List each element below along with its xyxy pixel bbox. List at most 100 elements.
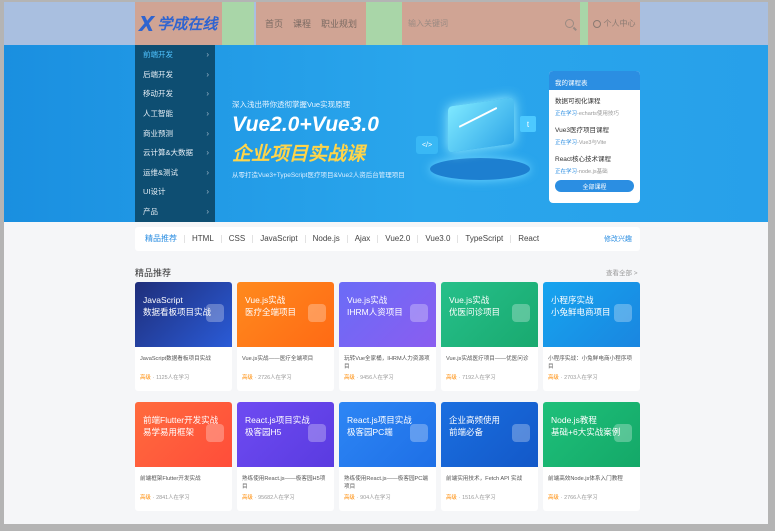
course-cover-icon xyxy=(410,304,428,322)
course-title[interactable]: Vue.js实战医疗项目——优医问诊 xyxy=(441,347,538,373)
course-cover-icon xyxy=(308,304,326,322)
course-cover[interactable]: React.js项目实战 极客园H5 xyxy=(237,402,334,467)
course-title[interactable]: 前端框架Flutter开发实战 xyxy=(135,467,232,493)
category-menu-item[interactable]: 移动开发 › xyxy=(135,84,215,104)
my-course-item[interactable]: React核心技术课程 正在学习-node.js基础 xyxy=(549,148,640,177)
site-logo[interactable]: X 学成在线 xyxy=(135,2,222,45)
chevron-right-icon: › xyxy=(206,128,209,138)
course-cover[interactable]: 前端Flutter开发实战 易学易用框架 xyxy=(135,402,232,467)
course-learner-count: · 2766人在学习 xyxy=(560,495,598,501)
hero-banner[interactable]: 前端开发 › 后端开发 › 移动开发 › 人工智能 › 商业预测 › 云计算&大数据 › 运维&测试 › U… xyxy=(4,45,768,222)
user-icon xyxy=(592,19,601,28)
course-title[interactable]: 熟练使用React.js——极客园PC端项目 xyxy=(339,467,436,493)
header-spacer xyxy=(580,2,588,45)
category-menu-item[interactable]: 前端开发 › xyxy=(135,45,215,65)
course-card[interactable]: Vue.js实战 医疗全端项目 Vue.js实战——医疗全端项目 高级 · 2726人… xyxy=(237,282,334,391)
category-menu-item[interactable]: 商业预测 › xyxy=(135,123,215,143)
interest-tag[interactable]: CSS xyxy=(222,235,254,243)
nav-item-home[interactable]: 首页 xyxy=(265,17,283,30)
course-cover[interactable]: 小程序实战 小兔鲜电商项目 xyxy=(543,282,640,347)
course-title[interactable]: 熟练使用React.js——极客园H5项目 xyxy=(237,467,334,493)
chart-screen-graphic xyxy=(448,97,514,153)
interest-tag[interactable]: JavaScript xyxy=(253,235,306,243)
category-menu-item[interactable]: 后端开发 › xyxy=(135,65,215,85)
category-menu-label: 前端开发 xyxy=(143,50,173,60)
banner-subtitle: 深入浅出带你透彻掌握Vue实现原理 xyxy=(232,100,351,109)
nav-item-courses[interactable]: 课程 xyxy=(293,17,311,30)
course-meta: 高级 · 1125人在学习 xyxy=(135,373,232,381)
course-level: 高级 xyxy=(140,375,151,381)
edit-interests-link[interactable]: 修改兴趣 xyxy=(604,234,632,244)
view-all-link[interactable]: 查看全部 > xyxy=(606,267,638,277)
search-box[interactable]: 输入关键词 xyxy=(402,2,580,45)
interest-tag[interactable]: Vue3.0 xyxy=(418,235,459,243)
all-courses-button[interactable]: 全部课程 xyxy=(555,180,634,192)
course-meta: 高级 · 2766人在学习 xyxy=(543,493,640,501)
interest-tag[interactable]: React xyxy=(511,235,546,243)
course-card[interactable]: JavaScript 数据看板项目实战 JavaScript数据看板项目实战 高级 ·… xyxy=(135,282,232,391)
course-learner-count: · 2841人在学习 xyxy=(152,495,190,501)
course-cover[interactable]: JavaScript 数据看板项目实战 xyxy=(135,282,232,347)
category-menu: 前端开发 › 后端开发 › 移动开发 › 人工智能 › 商业预测 › 云计算&大数据 › 运维&测试 › U… xyxy=(135,45,215,222)
course-card[interactable]: React.js项目实战 极客园H5 熟练使用React.js——极客园H5项目高… xyxy=(237,402,334,511)
course-card[interactable]: Vue.js实战 优医问诊项目 Vue.js实战医疗项目——优医问诊 高级 · 719… xyxy=(441,282,538,391)
course-title[interactable]: 玩转Vue全家桶，IHRM人力资源项目 xyxy=(339,347,436,373)
course-meta: 高级 · 2703人在学习 xyxy=(543,373,640,381)
course-title[interactable]: 前端高效Node.js体系入门教程 xyxy=(543,467,640,493)
interest-tag[interactable]: Vue2.0 xyxy=(378,235,419,243)
category-menu-label: 商业预测 xyxy=(143,128,173,138)
course-cover-icon xyxy=(512,424,530,442)
course-cover-icon xyxy=(206,304,224,322)
my-course-item[interactable]: Vue3医疗项目课程正在学习-Vue3与Vite xyxy=(549,119,640,148)
my-course-item[interactable]: 数据可视化课程 正在学习-echarts使用技巧 xyxy=(549,90,640,119)
chevron-right-icon: › xyxy=(206,89,209,99)
category-menu-item[interactable]: UI设计 › xyxy=(135,182,215,202)
logo-text: 学成在线 xyxy=(157,16,218,33)
course-card[interactable]: Node.js教程 基础+6大实战案例 前端高效Node.js体系入门教程 高级 · … xyxy=(543,402,640,511)
course-title[interactable]: JavaScript数据看板项目实战 xyxy=(135,347,232,373)
course-cover[interactable]: Node.js教程 基础+6大实战案例 xyxy=(543,402,640,467)
course-title[interactable]: 小程序实战：小兔鲜电商小程序项目 xyxy=(543,347,640,373)
banner-illustration: </> t xyxy=(412,80,542,200)
category-menu-label: 人工智能 xyxy=(143,109,173,119)
my-course-chapter: -echarts使用技巧 xyxy=(577,111,619,117)
search-icon[interactable] xyxy=(565,19,574,28)
course-learner-count: · 1516人在学习 xyxy=(458,495,496,501)
course-level: 高级 xyxy=(548,375,559,381)
course-cover[interactable]: Vue.js实战 医疗全端项目 xyxy=(237,282,334,347)
course-learner-count: · 2726人在学习 xyxy=(254,375,292,381)
course-card[interactable]: Vue.js实战 IHRM人资项目 玩转Vue全家桶，IHRM人力资源项目 高级 · … xyxy=(339,282,436,391)
course-title[interactable]: Vue.js实战——医疗全端项目 xyxy=(237,347,334,373)
course-title[interactable]: 前端实用技术，Fetch API 实战 xyxy=(441,467,538,493)
course-card[interactable]: 小程序实战 小兔鲜电商项目 小程序实战：小兔鲜电商小程序项目 高级 · 2703人在学… xyxy=(543,282,640,391)
category-menu-item[interactable]: 云计算&大数据 › xyxy=(135,143,215,163)
my-course-status: 正在学习 xyxy=(555,169,578,175)
course-cover-icon xyxy=(206,424,224,442)
nav-item-career[interactable]: 职业规划 xyxy=(321,17,357,30)
course-level: 高级 xyxy=(344,375,355,381)
category-menu-item[interactable]: 人工智能 › xyxy=(135,104,215,124)
category-menu-item[interactable]: 产品 › xyxy=(135,202,215,222)
course-cover[interactable]: 企业高频使用 前端必备 xyxy=(441,402,538,467)
course-card[interactable]: 企业高频使用 前端必备 前端实用技术，Fetch API 实战 高级 · 1516人在… xyxy=(441,402,538,511)
course-cover[interactable]: Vue.js实战 优医问诊项目 xyxy=(441,282,538,347)
interest-tag[interactable]: Node.js xyxy=(306,235,348,243)
tag-recommended[interactable]: 精品推荐 xyxy=(143,235,185,243)
course-cover[interactable]: Vue.js实战 IHRM人资项目 xyxy=(339,282,436,347)
my-course-progress: 正在学习-Vue3与Vite xyxy=(555,138,634,146)
interest-tag[interactable]: TypeScript xyxy=(458,235,512,243)
interest-tag[interactable]: HTML xyxy=(185,235,222,243)
category-menu-item[interactable]: 运维&测试 › xyxy=(135,163,215,183)
chevron-right-icon: › xyxy=(206,148,209,158)
category-menu-label: 云计算&大数据 xyxy=(143,148,194,158)
course-card[interactable]: React.js项目实战 极客园PC端 熟练使用React.js——极客园PC端项… xyxy=(339,402,436,511)
my-courses-title: 我的课程表 xyxy=(549,71,640,90)
search-input[interactable]: 输入关键词 xyxy=(408,18,565,29)
course-cover[interactable]: React.js项目实战 极客园PC端 xyxy=(339,402,436,467)
interest-tag[interactable]: Ajax xyxy=(348,235,379,243)
chevron-right-icon: › xyxy=(206,50,209,60)
user-center-button[interactable]: 个人中心 xyxy=(588,2,640,45)
course-card[interactable]: 前端Flutter开发实战 易学易用框架 前端框架Flutter开发实战 高级 · 2… xyxy=(135,402,232,511)
my-course-title: Vue3医疗项目课程 xyxy=(555,127,609,134)
section-title: 精品推荐 xyxy=(135,268,172,278)
